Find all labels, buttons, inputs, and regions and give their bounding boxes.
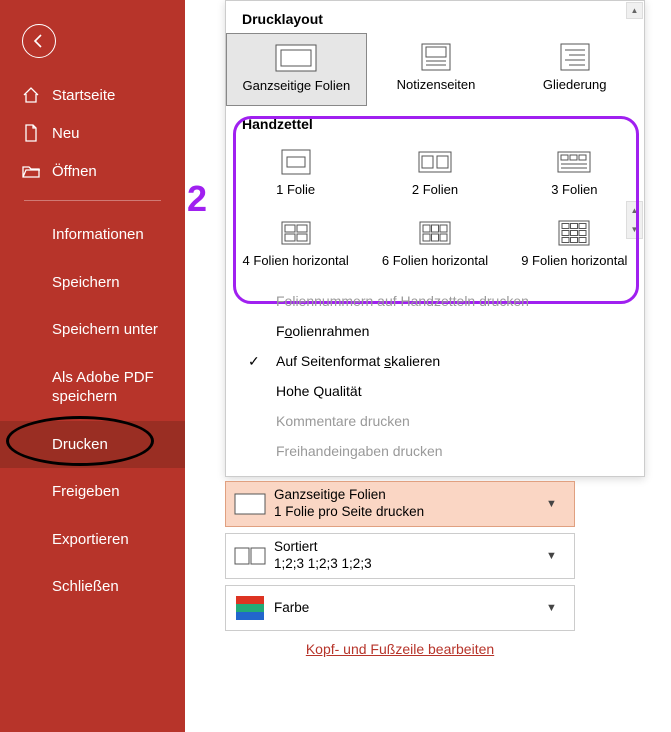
handout-1-slide[interactable]: 1 Folie bbox=[226, 138, 365, 209]
setting-title: Sortiert bbox=[274, 539, 546, 556]
edit-header-footer-link[interactable]: Kopf- und Fußzeile bearbeiten bbox=[306, 641, 494, 657]
notes-page-icon bbox=[371, 43, 502, 71]
sidebar-item-print[interactable]: Drucken bbox=[0, 421, 185, 469]
handout-9-horizontal[interactable]: 9 Folien horizontal bbox=[505, 209, 644, 280]
sidebar-label: Öffnen bbox=[52, 163, 97, 180]
sidebar-item-save-as[interactable]: Speichern unter bbox=[0, 306, 185, 354]
print-settings-stack: Ganzseitige Folien 1 Folie pro Seite dru… bbox=[225, 481, 575, 631]
setting-subtitle: 1;2;3 1;2;3 1;2;3 bbox=[274, 556, 546, 573]
handout-2-slides[interactable]: 2 Folien bbox=[365, 138, 504, 209]
scrollbar-buttons[interactable]: ▲▼ bbox=[626, 201, 643, 239]
setting-color[interactable]: Farbe ▼ bbox=[225, 585, 575, 631]
opt-high-quality[interactable]: Hohe Qualität bbox=[226, 376, 644, 406]
opt-print-ink: Freihandeingaben drucken bbox=[226, 436, 644, 466]
opt-frame-slides[interactable]: Foolienrahmen bbox=[226, 316, 644, 346]
layout-outline[interactable]: Gliederung bbox=[505, 33, 644, 106]
check-icon: ✓ bbox=[248, 353, 260, 370]
sidebar-item-share[interactable]: Freigeben bbox=[0, 468, 185, 516]
print-settings-area: ▲ ▲▼ Drucklayout Ganzseitige Folien Noti… bbox=[225, 0, 647, 657]
dropdown-options-list: Foliennummern auf Handzetteln drucken Fo… bbox=[226, 280, 644, 476]
sidebar-label: Startseite bbox=[52, 87, 115, 104]
sidebar-item-export[interactable]: Exportieren bbox=[0, 516, 185, 564]
handout-row-1: 1 Folie 2 Folien 3 Folien bbox=[226, 138, 644, 209]
chevron-down-icon: ▼ bbox=[546, 602, 574, 614]
layout-row: Ganzseitige Folien Notizenseiten Glieder… bbox=[226, 33, 644, 106]
collate-icon bbox=[226, 545, 274, 567]
edit-header-footer-link-wrap: Kopf- und Fußzeile bearbeiten bbox=[225, 641, 575, 657]
opt-slide-numbers: Foliennummern auf Handzetteln drucken bbox=[226, 286, 644, 316]
sidebar-label: Neu bbox=[52, 125, 80, 142]
handout-2-icon bbox=[369, 148, 500, 176]
outline-icon bbox=[509, 43, 640, 71]
handout-3-slides[interactable]: 3 Folien bbox=[505, 138, 644, 209]
sidebar-item-open[interactable]: Öffnen bbox=[0, 152, 185, 190]
handout-3-icon bbox=[509, 148, 640, 176]
sidebar-separator bbox=[24, 200, 161, 201]
setting-subtitle: 1 Folie pro Seite drucken bbox=[274, 504, 546, 521]
handout-1-icon bbox=[230, 148, 361, 176]
back-arrow-icon bbox=[30, 32, 48, 50]
handout-4-icon bbox=[230, 219, 361, 247]
new-file-icon bbox=[22, 124, 40, 142]
sidebar-item-new[interactable]: Neu bbox=[0, 114, 185, 152]
section-title-handout: Handzettel bbox=[226, 106, 644, 138]
back-button[interactable] bbox=[22, 24, 56, 58]
layout-full-page-slides[interactable]: Ganzseitige Folien bbox=[226, 33, 367, 106]
handout-9-icon bbox=[509, 219, 640, 247]
handout-4-horizontal[interactable]: 4 Folien horizontal bbox=[226, 209, 365, 280]
setting-title: Farbe bbox=[274, 600, 546, 617]
full-page-slide-icon bbox=[231, 44, 362, 72]
setting-collate[interactable]: Sortiert 1;2;3 1;2;3 1;2;3 ▼ bbox=[225, 533, 575, 579]
full-page-slide-icon bbox=[226, 493, 274, 515]
opt-print-comments: Kommentare drucken bbox=[226, 406, 644, 436]
chevron-down-icon: ▼ bbox=[546, 550, 574, 562]
home-icon bbox=[22, 86, 40, 104]
handout-6-icon bbox=[369, 219, 500, 247]
sidebar-item-save[interactable]: Speichern bbox=[0, 259, 185, 307]
color-icon bbox=[226, 596, 274, 620]
handout-6-horizontal[interactable]: 6 Folien horizontal bbox=[365, 209, 504, 280]
section-title-print-layout: Drucklayout bbox=[226, 1, 644, 33]
scrollbar-up-button[interactable]: ▲ bbox=[626, 2, 643, 19]
sidebar-item-close[interactable]: Schließen bbox=[0, 563, 185, 611]
backstage-sidebar: Startseite Neu Öffnen Informationen Spei… bbox=[0, 0, 185, 732]
annotation-step-number: 2 bbox=[187, 178, 207, 220]
setting-print-layout[interactable]: Ganzseitige Folien 1 Folie pro Seite dru… bbox=[225, 481, 575, 527]
sidebar-item-save-pdf[interactable]: Als Adobe PDF speichern bbox=[0, 354, 185, 421]
print-layout-dropdown: ▲ ▲▼ Drucklayout Ganzseitige Folien Noti… bbox=[225, 0, 645, 477]
layout-notes-pages[interactable]: Notizenseiten bbox=[367, 33, 506, 106]
handout-row-2: 4 Folien horizontal 6 Folien horizontal … bbox=[226, 209, 644, 280]
sidebar-item-home[interactable]: Startseite bbox=[0, 76, 185, 114]
chevron-down-icon: ▼ bbox=[546, 498, 574, 510]
open-folder-icon bbox=[22, 162, 40, 180]
sidebar-item-info[interactable]: Informationen bbox=[0, 211, 185, 259]
opt-scale-to-fit[interactable]: ✓Auf Seitenformat skalieren bbox=[226, 346, 644, 376]
setting-title: Ganzseitige Folien bbox=[274, 487, 546, 504]
